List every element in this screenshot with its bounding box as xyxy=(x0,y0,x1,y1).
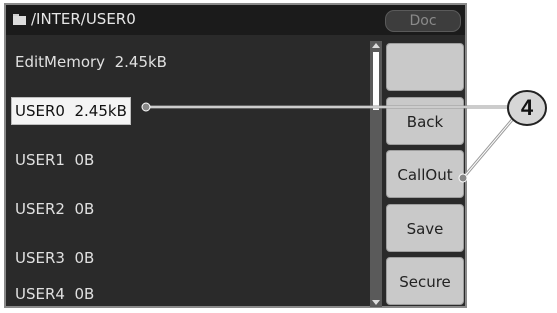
callout-anchor-dot xyxy=(141,102,151,112)
callout-number: 4 xyxy=(520,95,534,120)
callout-line-highlight-2 xyxy=(462,119,513,179)
callout-anchor-dot-2 xyxy=(458,173,468,183)
callout-overlay xyxy=(141,90,547,183)
